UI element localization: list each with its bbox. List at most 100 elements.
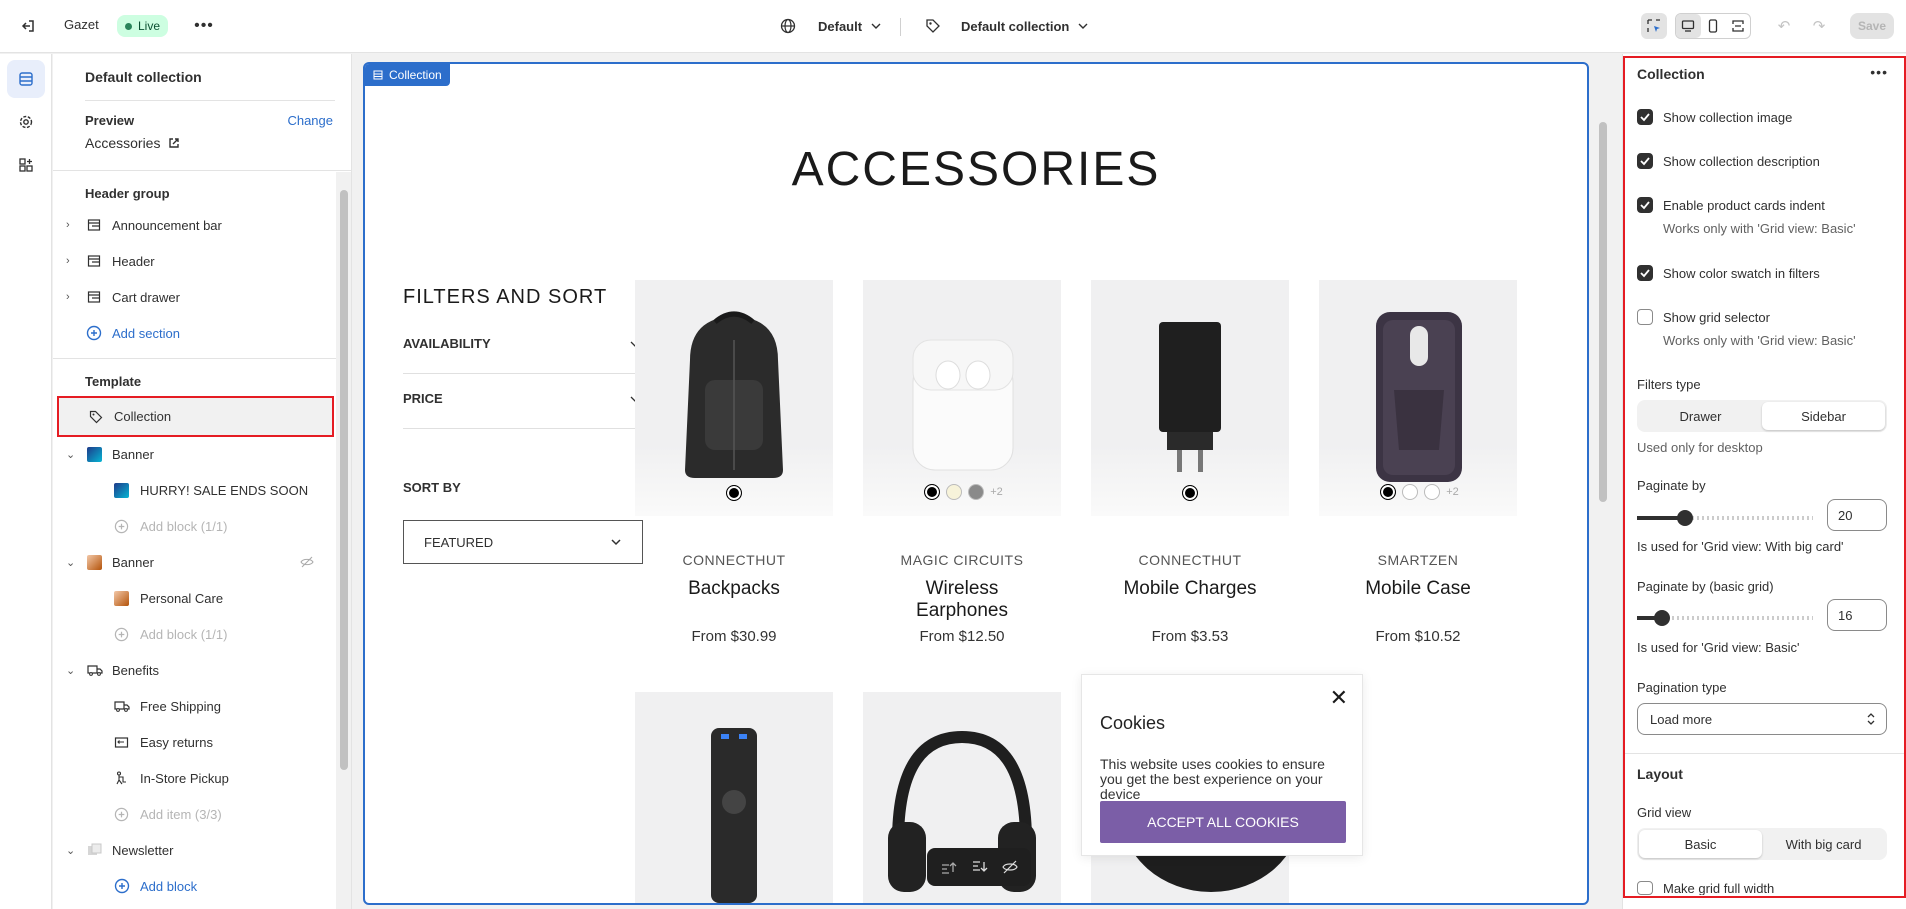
eye-hidden-icon[interactable] [300, 555, 314, 569]
divider [53, 358, 336, 359]
mobile-icon[interactable] [1701, 14, 1726, 38]
section-header[interactable]: › Header [53, 246, 336, 276]
fullscreen-icon[interactable] [1725, 14, 1750, 38]
product-name[interactable]: Wireless Earphones [863, 578, 1061, 622]
block-free-shipping[interactable]: Free Shipping [53, 691, 336, 721]
product-card[interactable]: CONNECTHUT Mobile Charges From $3.53 [1091, 280, 1289, 645]
section-label: Collection [114, 409, 172, 424]
viewport-switcher [1675, 13, 1751, 39]
floating-toolbar [927, 848, 1031, 886]
product-card[interactable]: +2 SMARTZEN Mobile Case From $10.52 [1319, 280, 1517, 645]
inspector-icon[interactable] [1641, 13, 1667, 39]
product-name[interactable]: Backpacks [635, 578, 833, 600]
section-announcement-bar[interactable]: › Announcement bar [53, 210, 336, 240]
filter-availability[interactable]: AVAILABILITY [403, 336, 643, 374]
plus-circle-icon [86, 325, 102, 341]
scrollbar[interactable] [336, 172, 351, 909]
paginate-slider-track[interactable] [1637, 510, 1813, 526]
paginate-basic-slider-track[interactable] [1637, 610, 1813, 626]
desktop-icon[interactable] [1676, 14, 1701, 38]
preview-scrollbar[interactable] [1595, 54, 1611, 909]
block-easy-returns[interactable]: Easy returns [53, 727, 336, 757]
section-newsletter[interactable]: ⌄ Newsletter [53, 835, 336, 865]
save-button[interactable]: Save [1850, 13, 1894, 39]
add-block-button[interactable]: Add block [53, 871, 336, 901]
add-block-button[interactable]: Add block (1/1) [53, 511, 336, 541]
add-item-label: Add item (3/3) [140, 806, 222, 822]
template-label: Default collection [961, 18, 1070, 34]
show-image-label: Show collection image [1663, 110, 1793, 125]
gear-icon[interactable] [7, 103, 45, 141]
preview-value[interactable]: Accessories [85, 135, 180, 151]
grid-selector-checkbox[interactable] [1637, 309, 1653, 325]
sections-icon[interactable] [7, 60, 45, 98]
template-selector[interactable]: Default collection [925, 15, 1089, 37]
more-icon[interactable]: ••• [194, 16, 214, 36]
theme-selector[interactable]: Default [780, 15, 882, 37]
settings-panel: Collection ••• Show collection image Sho… [1622, 54, 1906, 909]
paginate-slider-handle[interactable] [1677, 510, 1693, 526]
section-cart-drawer[interactable]: › Cart drawer [53, 282, 336, 312]
move-up-icon[interactable] [940, 860, 958, 874]
section-banner-2[interactable]: ⌄ Banner [53, 547, 336, 577]
grid-view-big-card[interactable]: With big card [1762, 830, 1885, 858]
show-image-checkbox[interactable] [1637, 109, 1653, 125]
indent-checkbox[interactable] [1637, 197, 1653, 213]
change-link[interactable]: Change [287, 113, 333, 128]
product-vendor: CONNECTHUT [1138, 552, 1242, 568]
sort-select[interactable]: FEATURED [403, 520, 643, 564]
filters-type-toggle: Drawer Sidebar [1637, 400, 1887, 432]
close-icon[interactable]: ✕ [1330, 685, 1348, 711]
accept-cookies-button[interactable]: ACCEPT ALL COOKIES [1100, 801, 1346, 843]
pagination-type-select[interactable]: Load more [1637, 703, 1887, 735]
block-sale[interactable]: HURRY! SALE ENDS SOON [53, 475, 336, 505]
product-name[interactable]: Mobile Charges [1091, 578, 1289, 600]
move-down-icon[interactable] [971, 860, 989, 874]
apps-icon[interactable] [7, 146, 45, 184]
truck-icon [114, 701, 130, 712]
product-card[interactable]: CONNECTHUT Backpacks From $30.99 [635, 280, 833, 645]
section-banner-1[interactable]: ⌄ Banner [53, 439, 336, 469]
paginate-input[interactable]: 20 [1827, 499, 1887, 531]
pickup-icon [116, 771, 126, 785]
product-price: From $3.53 [1151, 628, 1229, 645]
eye-hidden-icon[interactable] [1002, 860, 1018, 874]
product-name[interactable]: Mobile Case [1319, 578, 1517, 600]
full-width-checkbox[interactable] [1637, 881, 1653, 895]
filters-type-drawer[interactable]: Drawer [1639, 402, 1762, 430]
swatch-label: Show color swatch in filters [1663, 266, 1820, 281]
filters-title: FILTERS AND SORT [403, 286, 608, 308]
add-block-label: Add block (1/1) [140, 626, 228, 642]
sort-value: FEATURED [424, 534, 494, 550]
show-description-checkbox[interactable] [1637, 153, 1653, 169]
undo-icon[interactable]: ↶ [1775, 17, 1793, 35]
pagination-type-label: Pagination type [1637, 680, 1727, 695]
add-item-button[interactable]: Add item (3/3) [53, 799, 336, 829]
section-tag[interactable]: Collection [365, 64, 450, 86]
exit-icon[interactable] [18, 16, 38, 36]
block-personal-care[interactable]: Personal Care [53, 583, 336, 613]
add-block-button[interactable]: Add block (1/1) [53, 619, 336, 649]
cookie-popup: ✕ Cookies This website uses cookies to e… [1081, 674, 1363, 856]
product-card[interactable] [635, 692, 833, 903]
section-benefits[interactable]: ⌄ Benefits [53, 655, 336, 685]
redo-icon[interactable]: ↷ [1810, 17, 1828, 35]
section-label: Benefits [112, 662, 159, 678]
block-in-store-pickup[interactable]: In-Store Pickup [53, 763, 336, 793]
product-card[interactable]: +2 MAGIC CIRCUITS Wireless Earphones Fro… [863, 280, 1061, 645]
preview-label: Preview [85, 113, 135, 128]
sections-panel: Default collection Preview Change Access… [53, 54, 352, 909]
more-icon[interactable]: ••• [1870, 64, 1888, 80]
filters-type-sidebar[interactable]: Sidebar [1762, 402, 1885, 430]
phone-case-image [1376, 312, 1462, 482]
backpack-image [685, 311, 783, 478]
paginate-basic-input[interactable]: 16 [1827, 599, 1887, 631]
add-section-button[interactable]: Add section [53, 318, 336, 348]
section-tag-label: Collection [389, 68, 442, 82]
section-collection[interactable]: Collection [57, 396, 334, 437]
grid-view-basic[interactable]: Basic [1639, 830, 1762, 858]
product-vendor: CONNECTHUT [682, 552, 786, 568]
swatch-checkbox[interactable] [1637, 265, 1653, 281]
paginate-basic-slider-handle[interactable] [1654, 610, 1670, 626]
filter-price[interactable]: PRICE [403, 391, 643, 429]
